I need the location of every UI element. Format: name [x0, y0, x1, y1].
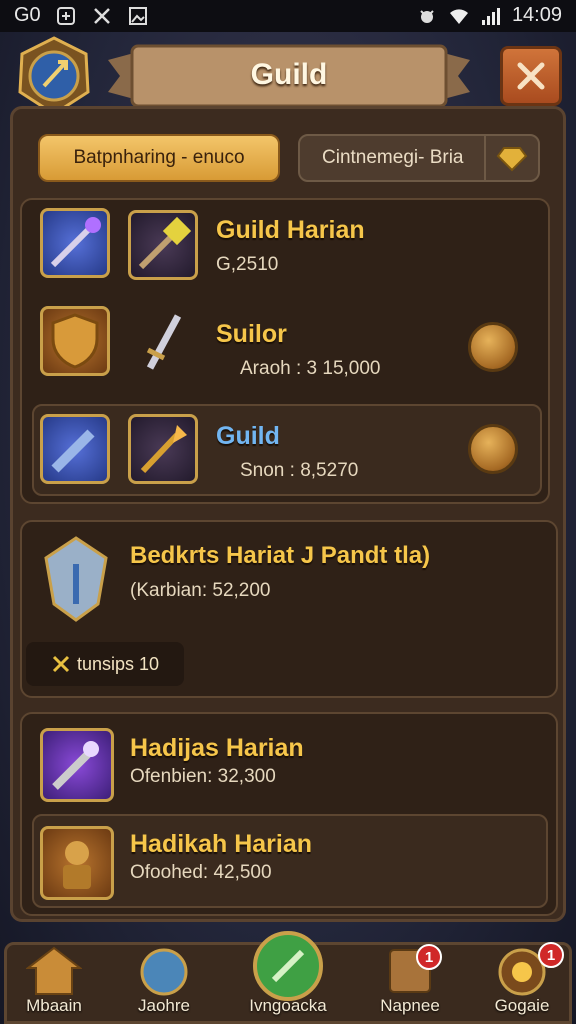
- tab-active-label: Batpnharing - enuco: [73, 147, 245, 168]
- close-icon: [517, 62, 545, 90]
- clock: 14:09: [511, 4, 562, 26]
- page-title: Guild: [250, 58, 328, 91]
- spear-icon: [140, 425, 187, 474]
- warrior-icon: [63, 841, 91, 889]
- crossed-swords-icon: [52, 655, 70, 673]
- gallery-icon: [128, 6, 147, 25]
- close-button[interactable]: [500, 46, 562, 106]
- nav-item-center[interactable]: Ivngoacka: [238, 931, 338, 1024]
- nav-label: Napnee: [380, 996, 440, 1015]
- staff-icon: [50, 217, 101, 268]
- bottom-name: Hadikah Harian: [130, 830, 313, 858]
- featured-tag[interactable]: tunsips 10: [26, 642, 184, 686]
- bottom-name: Hadijas Harian: [130, 734, 304, 762]
- item-slot[interactable]: [128, 414, 198, 484]
- tab-inactive-label: Cintnemegi- Bria: [322, 147, 464, 168]
- guild-value: Araoh : 3 15,000: [240, 358, 381, 379]
- status-bar: G0 14:09: [0, 0, 576, 32]
- guild-coin-button[interactable]: [468, 424, 518, 474]
- nav-label: Jaohre: [138, 996, 190, 1015]
- knight-helmet-icon: [44, 536, 108, 622]
- nav-label: Gogaie: [494, 996, 550, 1015]
- guild-name: Guild Harian: [216, 216, 365, 244]
- bottom-value: Ofoohed: 42,500: [130, 862, 272, 883]
- nav-item-notices[interactable]: 1 Napnee: [360, 942, 460, 1024]
- signal-icon: [481, 7, 500, 25]
- globe-icon: [140, 948, 188, 996]
- guild-value: G,2510: [216, 254, 279, 275]
- wifi-icon: [449, 8, 468, 24]
- carrier-label: G0: [14, 4, 41, 26]
- app-notification-icon: [93, 7, 110, 24]
- notification-badge: 1: [538, 942, 564, 968]
- dagger-icon: [146, 314, 182, 370]
- hammer-icon: [138, 216, 192, 270]
- bug-icon: [420, 9, 434, 23]
- bottom-value: Ofenbien: 32,300: [130, 766, 276, 787]
- guild-name: Guild: [216, 422, 280, 450]
- guild-name: Suilor: [216, 320, 287, 348]
- item-slot[interactable]: [40, 208, 110, 278]
- featured-name: Bedkrts Hariat J Pandt tla): [130, 542, 431, 569]
- notification-badge: 1: [416, 944, 442, 970]
- guild-coin-button[interactable]: [468, 322, 518, 372]
- nav-item-settings[interactable]: 1 Gogaie: [472, 942, 572, 1024]
- tab-active[interactable]: Batpnharing - enuco: [38, 134, 280, 182]
- gauntlet-icon: [51, 429, 95, 473]
- nav-item-explore[interactable]: Jaohre: [114, 942, 214, 1024]
- item-slot[interactable]: [40, 826, 114, 900]
- item-slot[interactable]: [128, 210, 198, 280]
- item-slot[interactable]: [40, 306, 110, 376]
- gem-icon: [496, 147, 528, 172]
- house-icon: [26, 946, 82, 995]
- shield-icon: [51, 313, 99, 369]
- item-slot[interactable]: [40, 414, 110, 484]
- leaf-icon: [253, 931, 323, 1001]
- mace-icon: [52, 741, 99, 790]
- tab-gem-button[interactable]: [484, 136, 538, 180]
- featured-value: (Karbian: 52,200: [130, 580, 271, 601]
- notification-icon: [56, 6, 75, 25]
- guild-emblem-icon[interactable]: [14, 36, 94, 116]
- item-slot[interactable]: [128, 306, 198, 376]
- featured-tag-label: tunsips 10: [76, 653, 160, 674]
- guild-value: Snon : 8,5270: [240, 460, 359, 481]
- nav-label: Ivngoacka: [249, 996, 327, 1015]
- item-slot[interactable]: [40, 728, 114, 802]
- nav-item-home[interactable]: Mbaain: [4, 942, 104, 1024]
- nav-label: Mbaain: [26, 996, 82, 1015]
